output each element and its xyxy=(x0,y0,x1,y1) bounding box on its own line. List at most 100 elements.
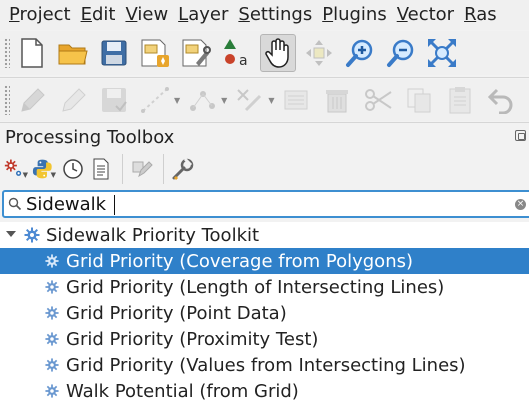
gear-icon xyxy=(44,279,60,295)
toolbar-separator xyxy=(122,154,123,184)
multi-edit-icon xyxy=(284,90,308,110)
gear-icon xyxy=(44,357,60,373)
menu-view[interactable]: View xyxy=(120,0,173,30)
pan-to-selection-icon xyxy=(306,40,332,66)
gear-icon xyxy=(44,331,60,347)
copy-features-button[interactable] xyxy=(401,81,437,119)
tree-item-label: Grid Priority (Proximity Test) xyxy=(66,328,319,350)
cut-features-button[interactable] xyxy=(360,81,396,119)
tree-item[interactable]: Grid Priority (Length of Intersecting Li… xyxy=(0,274,529,300)
edit-features-in-place-icon xyxy=(132,161,153,178)
new-project-icon xyxy=(21,38,43,68)
save-edits-icon xyxy=(102,88,127,112)
modify-attributes-icon xyxy=(237,89,262,112)
dropdown-arrow-icon: ▼ xyxy=(50,171,56,179)
tree-group-row[interactable]: Sidewalk Priority Toolkit xyxy=(0,222,529,248)
search-input[interactable] xyxy=(26,192,506,216)
pan-map-button[interactable] xyxy=(260,34,296,72)
options-button[interactable] xyxy=(170,155,196,183)
delete-selected-button[interactable] xyxy=(319,81,355,119)
dropdown-arrow-icon[interactable]: ▼ xyxy=(221,96,227,105)
collapse-arrow-icon[interactable] xyxy=(6,231,16,237)
tree-item[interactable]: Grid Priority (Values from Intersecting … xyxy=(0,352,529,378)
new-print-layout-button[interactable] xyxy=(137,34,173,72)
pan-map-icon xyxy=(265,38,289,68)
toolbar-grip[interactable] xyxy=(4,85,10,115)
style-manager-button[interactable]: a xyxy=(219,34,255,72)
tree-item[interactable]: Grid Priority (Coverage from Polygons) xyxy=(0,248,529,274)
svg-text:a: a xyxy=(239,53,248,69)
current-edits-button[interactable] xyxy=(14,81,50,119)
delete-selected-icon xyxy=(326,90,349,113)
dropdown-arrow-icon[interactable]: ▼ xyxy=(268,96,274,105)
save-project-button[interactable] xyxy=(96,34,132,72)
history-button[interactable] xyxy=(60,155,86,183)
menu-project[interactable]: Project xyxy=(0,0,76,30)
search-field-container: × xyxy=(2,190,529,218)
tree-item[interactable]: Walk Potential (from Grid) xyxy=(0,378,529,404)
history-icon xyxy=(63,159,83,179)
models-icon xyxy=(4,159,22,176)
layout-manager-button[interactable] xyxy=(178,34,214,72)
tree-item-label: Grid Priority (Coverage from Polygons) xyxy=(66,250,414,272)
zoom-in-button[interactable] xyxy=(342,34,378,72)
panel-title: Processing Toolbox xyxy=(5,126,175,148)
undo-icon xyxy=(488,88,513,114)
zoom-full-button[interactable] xyxy=(424,34,460,72)
edit-features-in-place-button[interactable] xyxy=(129,155,155,183)
tree-item[interactable]: Grid Priority (Proximity Test) xyxy=(0,326,529,352)
scripts-button[interactable]: ▼ xyxy=(32,155,58,183)
text-cursor xyxy=(114,195,115,215)
clear-search-icon[interactable]: × xyxy=(515,199,526,210)
dropdown-arrow-icon[interactable]: ▼ xyxy=(174,96,180,105)
zoom-full-icon xyxy=(428,39,456,67)
scripts-icon xyxy=(32,159,52,179)
menu-edit[interactable]: Edit xyxy=(76,0,121,30)
toolbar-grip[interactable] xyxy=(4,38,10,68)
modify-attributes-button[interactable] xyxy=(231,81,267,119)
project-toolbar: a xyxy=(0,31,529,75)
open-project-icon xyxy=(58,44,88,65)
menu-plugins[interactable]: Plugins xyxy=(317,0,391,30)
menu-vector[interactable]: Vector xyxy=(392,0,459,30)
zoom-out-icon xyxy=(387,39,414,67)
pan-to-selection-button[interactable] xyxy=(301,34,337,72)
tree-item[interactable]: Grid Priority (Point Data) xyxy=(0,300,529,326)
save-edits-button[interactable] xyxy=(96,81,132,119)
menu-raster[interactable]: Ras xyxy=(459,0,502,30)
tree-group-label: Sidewalk Priority Toolkit xyxy=(46,224,260,246)
vertex-tool-button[interactable] xyxy=(184,81,220,119)
menu-layer[interactable]: Layer xyxy=(173,0,233,30)
gear-icon xyxy=(44,253,60,269)
menu-settings[interactable]: Settings xyxy=(233,0,317,30)
models-button[interactable]: ▼ xyxy=(4,155,30,183)
digitize-line-button[interactable] xyxy=(137,81,173,119)
tree-item-label: Grid Priority (Values from Intersecting … xyxy=(66,354,466,376)
new-project-button[interactable] xyxy=(14,34,50,72)
new-print-layout-icon xyxy=(141,39,169,67)
current-edits-icon xyxy=(21,88,45,112)
float-panel-icon[interactable] xyxy=(515,130,526,141)
digitizing-toolbar: ▼ ▼ ▼ xyxy=(0,79,529,121)
algorithm-tree: Sidewalk Priority Toolkit Grid Priority … xyxy=(0,222,529,406)
style-manager-icon: a xyxy=(224,39,248,69)
results-viewer-button[interactable] xyxy=(88,155,114,183)
undo-button[interactable] xyxy=(483,81,519,119)
vertex-tool-icon xyxy=(190,91,216,111)
tree-item-label: Grid Priority (Point Data) xyxy=(66,302,287,324)
tree-item-label: Grid Priority (Length of Intersecting Li… xyxy=(66,276,445,298)
processing-toolbox-header: Processing Toolbox xyxy=(0,124,529,150)
toggle-editing-button[interactable] xyxy=(55,81,91,119)
digitize-line-icon xyxy=(141,87,169,113)
multi-edit-button[interactable] xyxy=(278,81,314,119)
open-project-button[interactable] xyxy=(55,34,91,72)
processing-toolbar: ▼ ▼ xyxy=(0,153,529,185)
gear-icon xyxy=(44,383,60,399)
zoom-out-button[interactable] xyxy=(383,34,419,72)
gear-icon xyxy=(24,227,40,243)
paste-features-icon xyxy=(449,87,471,114)
paste-features-button[interactable] xyxy=(442,81,478,119)
cut-features-icon xyxy=(365,89,393,111)
search-icon xyxy=(4,197,26,211)
toggle-editing-icon xyxy=(62,88,86,112)
